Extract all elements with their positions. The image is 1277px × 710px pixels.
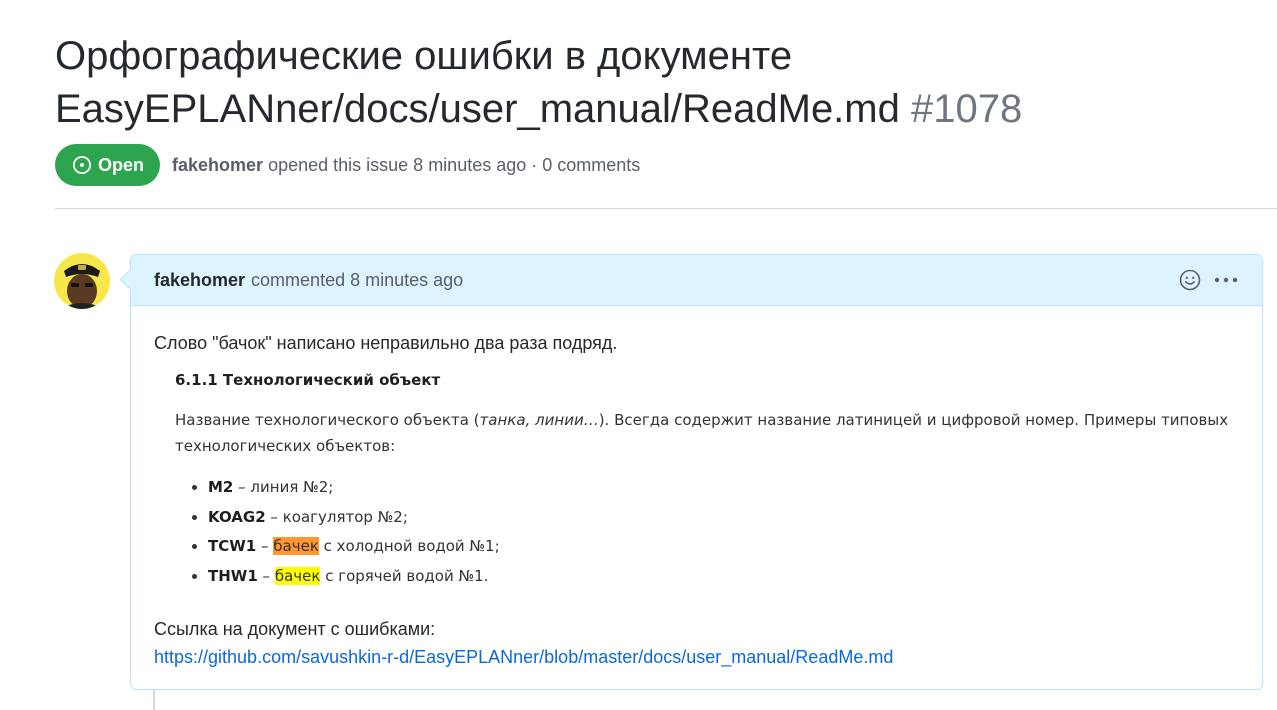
item-code: KOAG2 bbox=[208, 507, 266, 526]
list-item: M2 – линия №2; bbox=[208, 473, 1235, 503]
issue-title-text: Орфографические ошибки в документе EasyE… bbox=[55, 34, 900, 131]
embed-heading: 6.1.1 Технологический объект bbox=[175, 371, 441, 389]
list-item: THW1 – бачек с горячей водой №1. bbox=[208, 562, 1235, 592]
comment-author-link[interactable]: fakehomer bbox=[154, 270, 245, 291]
embedded-screenshot: 6.1.1 Технологический объект Название те… bbox=[175, 369, 1235, 591]
item-code: TCW1 bbox=[208, 537, 257, 555]
comment-options-button[interactable] bbox=[1214, 268, 1238, 292]
kebab-horizontal-icon bbox=[1214, 277, 1238, 283]
issue-number: #1078 bbox=[911, 87, 1023, 131]
comment: fakehomer commented 8 minutes ago Слово … bbox=[130, 254, 1263, 690]
timeline-line bbox=[153, 690, 155, 710]
link-label: Ссылка на документ с ошибками: bbox=[154, 619, 436, 639]
embed-para-start: Название технологического объекта ( bbox=[175, 411, 480, 429]
item-text: с горячей водой №1. bbox=[320, 566, 489, 585]
item-text: линия №2; bbox=[250, 478, 334, 496]
issue-author-link[interactable]: fakehomer bbox=[172, 155, 263, 175]
comment-actions bbox=[1178, 268, 1238, 292]
item-dash: – bbox=[233, 478, 251, 496]
issue-opened-info: fakehomer opened this issue 8 minutes ag… bbox=[172, 155, 640, 176]
item-dash: – bbox=[265, 507, 283, 526]
issue-title: Орфографические ошибки в документе EasyE… bbox=[55, 30, 1265, 136]
add-reaction-button[interactable] bbox=[1178, 268, 1202, 292]
issue-opened-icon bbox=[72, 155, 92, 175]
item-code: THW1 bbox=[208, 566, 258, 585]
comment-timestamp[interactable]: commented 8 minutes ago bbox=[251, 270, 463, 291]
header-divider bbox=[55, 208, 1277, 209]
list-item: KOAG2 – коагулятор №2; bbox=[208, 503, 1235, 533]
comment-body: Слово "бачок" написано неправильно два р… bbox=[131, 306, 1262, 671]
typo-highlight: бачек bbox=[273, 537, 319, 555]
issue-meta: Open fakehomer opened this issue 8 minut… bbox=[55, 144, 640, 186]
avatar[interactable] bbox=[54, 253, 110, 309]
list-item: TCW1 – бачек с холодной водой №1; bbox=[208, 532, 1235, 562]
embed-list: M2 – линия №2; KOAG2 – коагулятор №2; TC… bbox=[175, 473, 1235, 591]
state-label: Open bbox=[98, 154, 145, 175]
comment-text: Слово "бачок" написано неправильно два р… bbox=[154, 333, 618, 353]
embed-paragraph: Название технологического объекта (танка… bbox=[175, 407, 1235, 459]
state-badge-open: Open bbox=[55, 144, 161, 186]
item-text: коагулятор №2; bbox=[282, 507, 408, 526]
comment-header: fakehomer commented 8 minutes ago bbox=[131, 255, 1262, 306]
item-code: M2 bbox=[208, 478, 234, 496]
issue-opened-text: opened this issue 8 minutes ago · 0 comm… bbox=[268, 154, 641, 175]
item-dash: – bbox=[257, 566, 275, 585]
embed-para-italic: танка, линии… bbox=[479, 411, 599, 429]
item-dash: – bbox=[256, 537, 274, 555]
smiley-icon bbox=[1179, 269, 1201, 291]
document-link[interactable]: https://github.com/savushkin-r-d/EasyEPL… bbox=[154, 643, 893, 671]
item-text: с холодной водой №1; bbox=[318, 537, 500, 555]
typo-highlight: бачек bbox=[274, 566, 321, 585]
avatar-image bbox=[54, 253, 110, 309]
